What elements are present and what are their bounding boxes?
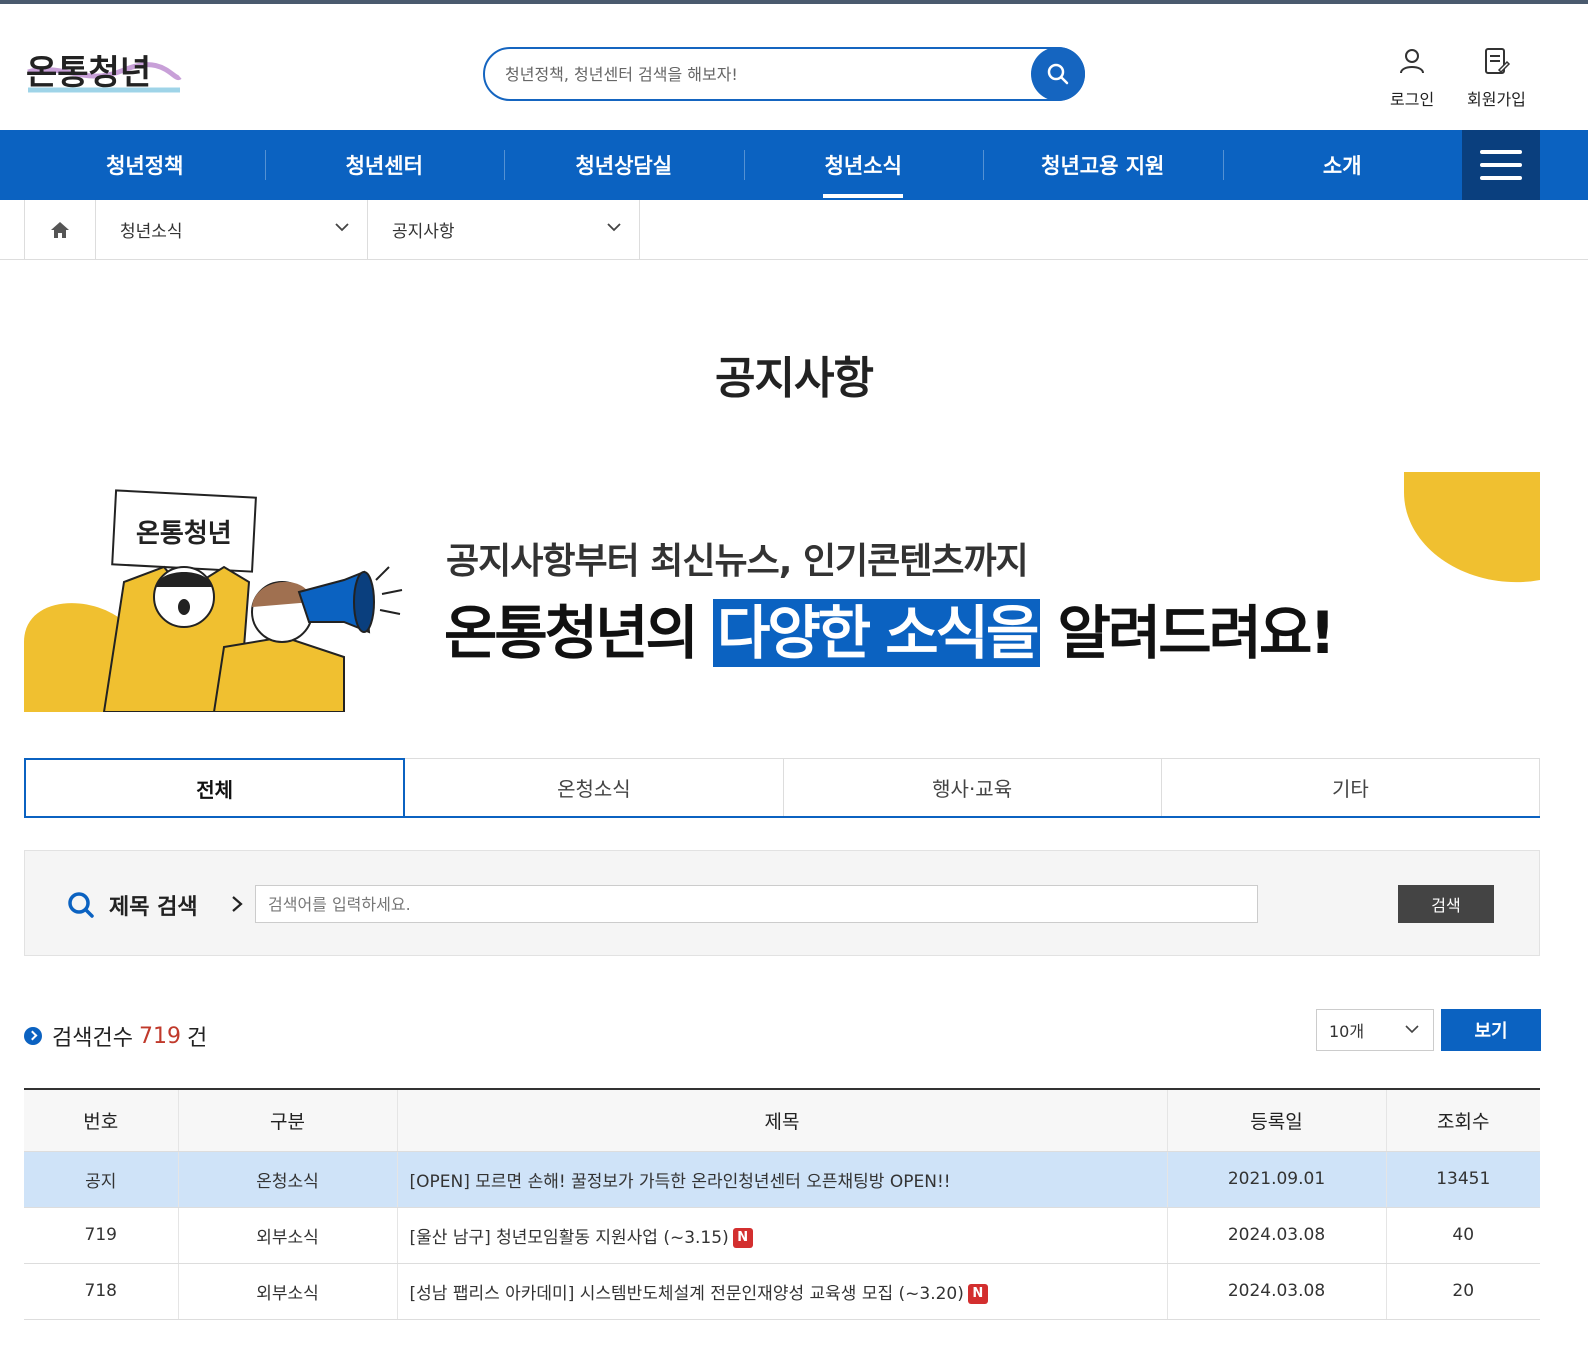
logo-icon: 온통청년	[26, 53, 182, 93]
signup-link[interactable]: 회원가입	[1467, 46, 1526, 110]
column-header-category: 구분	[178, 1089, 398, 1152]
result-count-prefix: 검색건수	[52, 1026, 133, 1051]
main-navigation: 청년정책 청년센터 청년상담실 청년소식 청년고용 지원 소개	[0, 130, 1588, 200]
table-row: 719 외부소식 [울산 남구] 청년모임활동 지원사업 (~3.15) N 20…	[24, 1207, 1540, 1264]
nav-item-counseling[interactable]: 청년상담실	[504, 130, 744, 200]
nav-item-about[interactable]: 소개	[1222, 130, 1463, 200]
search-icon	[1047, 63, 1069, 85]
header-search-input[interactable]	[505, 61, 1025, 87]
chevron-circle-icon	[24, 1027, 42, 1045]
site-logo[interactable]: 온통청년	[24, 32, 184, 104]
search-icon	[68, 892, 94, 918]
menu-icon	[1480, 150, 1522, 154]
home-button[interactable]	[24, 200, 96, 259]
breadcrumb: 청년소식 공지사항	[0, 200, 1588, 260]
row-title-cell: [OPEN] 모르면 손해! 꿀정보가 가득한 온라인청년센터 오픈채팅방 OP…	[397, 1151, 1168, 1208]
chevron-down-icon	[607, 223, 621, 232]
site-header: 온통청년 로그인 회원가입	[0, 4, 1588, 130]
row-number: 공지	[24, 1151, 179, 1208]
user-icon	[1400, 49, 1425, 74]
chevron-right-icon	[232, 896, 243, 912]
row-number: 718	[24, 1263, 179, 1320]
row-title-cell: [울산 남구] 청년모임활동 지원사업 (~3.15) N	[397, 1207, 1168, 1264]
chevron-down-icon	[335, 223, 349, 232]
row-category: 온청소식	[178, 1151, 398, 1208]
column-header-views: 조회수	[1386, 1089, 1540, 1152]
notice-table: 번호 구분 제목 등록일 조회수 공지 온청소식 [OPEN] 모르면 손해! …	[24, 1088, 1540, 1320]
document-edit-icon	[1485, 48, 1511, 74]
row-views: 13451	[1386, 1151, 1540, 1208]
title-search-button[interactable]: 검색	[1398, 885, 1494, 923]
tab-events-education[interactable]: 행사·교육	[783, 758, 1162, 816]
row-title-link[interactable]: [성남 팹리스 아카데미] 시스템반도체설계 전문인재양성 교육생 모집 (~3…	[410, 1284, 964, 1304]
row-views: 40	[1386, 1207, 1540, 1264]
result-count-number: 719	[138, 1023, 181, 1049]
banner-subtitle: 공지사항부터 최신뉴스, 인기콘텐츠까지	[446, 541, 1029, 582]
row-date: 2021.09.01	[1167, 1151, 1387, 1208]
login-label: 로그인	[1390, 90, 1435, 109]
row-date: 2024.03.08	[1167, 1263, 1387, 1320]
row-title-link[interactable]: [울산 남구] 청년모임활동 지원사업 (~3.15)	[410, 1228, 729, 1248]
row-title-link[interactable]: [OPEN] 모르면 손해! 꿀정보가 가득한 온라인청년센터 오픈채팅방 OP…	[410, 1172, 951, 1192]
row-category: 외부소식	[178, 1207, 398, 1264]
row-title-cell: [성남 팹리스 아카데미] 시스템반도체설계 전문인재양성 교육생 모집 (~3…	[397, 1263, 1168, 1320]
banner-headline-highlight: 다양한 소식을	[713, 599, 1041, 667]
column-header-number: 번호	[24, 1089, 179, 1152]
result-count: 검색건수 719 건	[24, 1020, 207, 1052]
banner-headline-part1: 온통청년의	[444, 599, 713, 667]
nav-item-policy[interactable]: 청년정책	[25, 130, 265, 200]
nav-item-news[interactable]: 청년소식	[743, 130, 984, 200]
row-views: 20	[1386, 1263, 1540, 1320]
tab-onchung-news[interactable]: 온청소식	[405, 758, 784, 816]
home-icon	[51, 221, 69, 238]
new-badge: N	[967, 1283, 988, 1304]
nav-item-center[interactable]: 청년센터	[264, 130, 505, 200]
breadcrumb-depth1-select[interactable]: 청년소식	[96, 200, 368, 259]
tab-all[interactable]: 전체	[24, 758, 406, 816]
table-row: 공지 온청소식 [OPEN] 모르면 손해! 꿀정보가 가득한 온라인청년센터 …	[24, 1151, 1540, 1208]
column-header-date: 등록일	[1167, 1089, 1387, 1152]
hamburger-menu-button[interactable]	[1462, 130, 1540, 200]
row-category: 외부소식	[178, 1263, 398, 1320]
signup-label: 회원가입	[1467, 90, 1526, 109]
title-search-box: 제목 검색 검색	[24, 850, 1540, 956]
svg-text:온통청년: 온통청년	[26, 53, 151, 93]
breadcrumb-depth2-label: 공지사항	[392, 222, 455, 242]
table-header-row: 번호 구분 제목 등록일 조회수	[24, 1089, 1540, 1152]
nav-item-employment[interactable]: 청년고용 지원	[983, 130, 1223, 200]
chevron-down-icon	[1405, 1025, 1419, 1034]
login-link[interactable]: 로그인	[1390, 46, 1434, 110]
column-header-title: 제목	[397, 1089, 1168, 1152]
table-row: 718 외부소식 [성남 팹리스 아카데미] 시스템반도체설계 전문인재양성 교…	[24, 1263, 1540, 1320]
breadcrumb-depth2-select[interactable]: 공지사항	[368, 200, 640, 259]
title-search-input[interactable]	[255, 885, 1258, 923]
category-tabs: 전체 온청소식 행사·교육 기타	[24, 758, 1540, 818]
row-number: 719	[24, 1207, 179, 1264]
header-search-button[interactable]	[1031, 47, 1085, 101]
svg-text:온통청년: 온통청년	[136, 519, 232, 549]
title-search-label: 제목 검색	[109, 895, 198, 920]
banner-headline: 온통청년의 다양한 소식을 알려드려요!	[444, 586, 1336, 670]
banner-headline-part2: 알려드려요!	[1040, 599, 1336, 667]
view-button[interactable]: 보기	[1441, 1009, 1541, 1051]
row-date: 2024.03.08	[1167, 1207, 1387, 1264]
per-page-select[interactable]: 10개	[1316, 1009, 1434, 1051]
news-banner: 온통청년 공지사항부터 최신뉴스, 인기콘텐츠까지 온통청년의 다양한 소식을 …	[24, 472, 1540, 712]
header-search	[483, 47, 1085, 101]
new-badge: N	[732, 1227, 753, 1248]
result-count-suffix: 건	[186, 1026, 208, 1051]
page-title: 공지사항	[715, 353, 874, 404]
tab-etc[interactable]: 기타	[1161, 758, 1540, 816]
breadcrumb-depth1-label: 청년소식	[120, 222, 183, 242]
per-page-value: 10개	[1329, 1022, 1365, 1041]
